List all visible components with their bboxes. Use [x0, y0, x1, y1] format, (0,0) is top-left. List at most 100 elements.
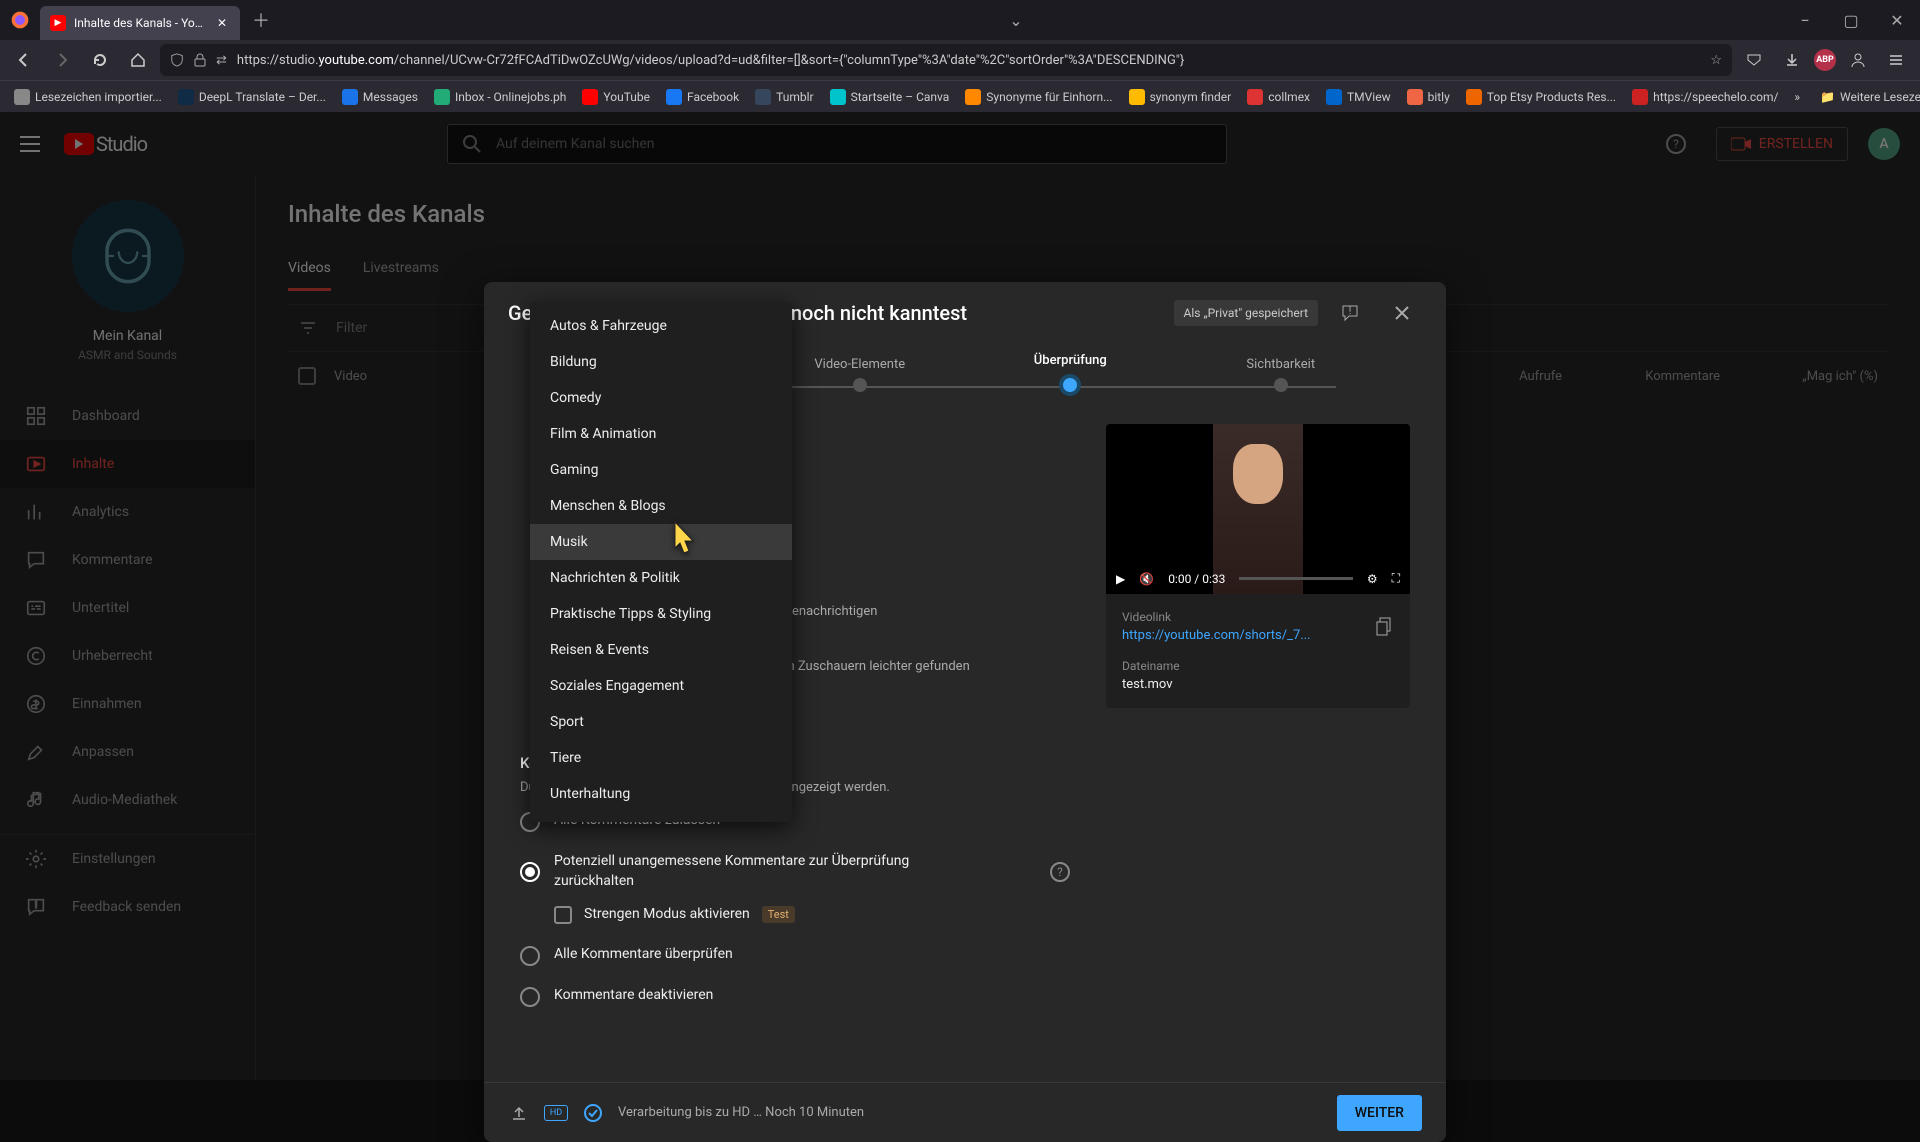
- play-icon[interactable]: ▶: [1116, 572, 1125, 586]
- category-option[interactable]: Bildung: [530, 344, 792, 380]
- comment-option-disable[interactable]: Kommentare deaktivieren: [520, 986, 1070, 1007]
- category-option[interactable]: Nachrichten & Politik: [530, 560, 792, 596]
- bookmark-item[interactable]: DeepL Translate – Der...: [172, 85, 332, 109]
- bookmark-item[interactable]: YouTube: [576, 85, 656, 109]
- bookmark-favicon: [1247, 89, 1263, 105]
- account-icon[interactable]: [1842, 44, 1874, 76]
- category-option[interactable]: Praktische Tipps & Styling: [530, 596, 792, 632]
- bookmark-item[interactable]: Synonyme für Einhorn...: [959, 85, 1118, 109]
- modal-preview-panel: ▶ 🔇 0:00 / 0:33 ⚙ ⛶ Videolink htt: [1106, 404, 1446, 1082]
- firefox-icon: [10, 10, 30, 30]
- bookmark-favicon: [582, 89, 598, 105]
- nav-reload[interactable]: [84, 44, 116, 76]
- category-option[interactable]: Wissenschaft & Technik: [530, 812, 792, 822]
- abp-extension-icon[interactable]: ABP: [1814, 49, 1836, 71]
- category-dropdown: Autos & FahrzeugeBildungComedyFilm & Ani…: [530, 302, 792, 822]
- upload-icon: [508, 1102, 530, 1124]
- bookmark-item[interactable]: Inbox - Onlinejobs.ph: [428, 85, 572, 109]
- copy-link-icon[interactable]: [1376, 617, 1394, 637]
- bookmark-item[interactable]: TMView: [1320, 85, 1397, 109]
- downloads-icon[interactable]: [1776, 44, 1808, 76]
- permissions-icon[interactable]: ⇄: [216, 53, 227, 68]
- mute-icon[interactable]: 🔇: [1139, 572, 1154, 586]
- tab-close-icon[interactable]: ✕: [214, 15, 230, 31]
- bookmark-item[interactable]: Lesezeichen importier...: [8, 85, 168, 109]
- processing-status: Verarbeitung bis zu HD … Noch 10 Minuten: [618, 1105, 864, 1120]
- bookmark-item[interactable]: Startseite – Canva: [824, 85, 956, 109]
- bookmark-label: Messages: [363, 90, 418, 104]
- pocket-icon[interactable]: [1738, 44, 1770, 76]
- lock-icon: [194, 53, 206, 67]
- bookmark-item[interactable]: synonym finder: [1123, 85, 1238, 109]
- category-option[interactable]: Menschen & Blogs: [530, 488, 792, 524]
- bookmark-item[interactable]: https://speechelo.com/: [1626, 85, 1784, 109]
- bookmark-item[interactable]: Facebook: [660, 85, 745, 109]
- category-option[interactable]: Unterhaltung: [530, 776, 792, 812]
- category-option[interactable]: Autos & Fahrzeuge: [530, 308, 792, 344]
- window-minimize[interactable]: −: [1782, 0, 1828, 40]
- shield-icon: [170, 53, 184, 67]
- bookmark-label: TMView: [1347, 90, 1391, 104]
- category-option[interactable]: Soziales Engagement: [530, 668, 792, 704]
- videolink[interactable]: https://youtube.com/shorts/_7...: [1122, 628, 1311, 643]
- bookmark-favicon: [14, 89, 30, 105]
- check-icon: [582, 1102, 604, 1124]
- comment-option-review[interactable]: Alle Kommentare überprüfen: [520, 945, 1070, 966]
- app-menu-icon[interactable]: [1880, 44, 1912, 76]
- fullscreen-icon[interactable]: ⛶: [1392, 571, 1400, 586]
- window-maximize[interactable]: ▢: [1828, 0, 1874, 40]
- step-visibility[interactable]: Sichtbarkeit: [1176, 357, 1387, 392]
- bookmark-favicon: [1466, 89, 1482, 105]
- bookmark-favicon: [178, 89, 194, 105]
- nav-back[interactable]: [8, 44, 40, 76]
- radio-icon: [520, 987, 540, 1007]
- nav-home[interactable]: [122, 44, 154, 76]
- radio-icon: [520, 946, 540, 966]
- step-checks[interactable]: Überprüfung: [965, 353, 1176, 396]
- bookmark-label: Lesezeichen importier...: [35, 90, 162, 104]
- videolink-label: Videolink: [1122, 610, 1311, 624]
- category-option[interactable]: Comedy: [530, 380, 792, 416]
- bookmark-item[interactable]: collmex: [1241, 85, 1316, 109]
- tab-list-button[interactable]: ⌄: [1009, 11, 1022, 30]
- bookmark-item[interactable]: Tumblr: [749, 85, 819, 109]
- bookmark-favicon: [342, 89, 358, 105]
- bookmarks-more[interactable]: 📁Weitere Lesezeichen: [1814, 86, 1920, 108]
- close-icon[interactable]: [1382, 293, 1422, 333]
- tab-title: Inhalte des Kanals - YouTube S: [74, 16, 206, 30]
- category-option[interactable]: Gaming: [530, 452, 792, 488]
- url-bar[interactable]: ⇄ https://studio.youtube.com/channel/UCv…: [160, 44, 1732, 76]
- category-option[interactable]: Tiere: [530, 740, 792, 776]
- comment-options: Alle Kommentare zulassen Potenziell unan…: [520, 811, 1070, 1007]
- bookmark-label: Top Etsy Products Res...: [1487, 90, 1616, 104]
- bookmark-star-icon[interactable]: ☆: [1710, 53, 1722, 68]
- settings-icon[interactable]: ⚙: [1367, 572, 1378, 586]
- category-option[interactable]: Musik: [530, 524, 792, 560]
- bookmarks-overflow[interactable]: »: [1788, 86, 1806, 108]
- next-button[interactable]: WEITER: [1337, 1095, 1422, 1131]
- youtube-studio-app: Studio ? ERSTELLEN A Mein Kanal ASMR and…: [0, 112, 1920, 1080]
- bookmark-label: bitly: [1428, 90, 1450, 104]
- category-option[interactable]: Film & Animation: [530, 416, 792, 452]
- bookmarks-bar: Lesezeichen importier... DeepL Translate …: [0, 80, 1920, 112]
- url-text: https://studio.youtube.com/channel/UCvw-…: [237, 53, 1700, 68]
- bookmark-label: Tumblr: [776, 90, 813, 104]
- progress-bar[interactable]: [1239, 577, 1352, 580]
- new-tab-button[interactable]: ＋: [252, 7, 270, 33]
- feedback-icon[interactable]: !: [1330, 293, 1370, 333]
- help-icon[interactable]: ?: [1050, 862, 1070, 882]
- bookmark-label: DeepL Translate – Der...: [199, 90, 326, 104]
- category-option[interactable]: Reisen & Events: [530, 632, 792, 668]
- bookmark-label: https://speechelo.com/: [1653, 90, 1778, 104]
- comment-option-hold[interactable]: Potenziell unangemessene Kommentare zur …: [520, 852, 1070, 891]
- bookmark-favicon: [1129, 89, 1145, 105]
- strict-mode-row[interactable]: Strengen Modus aktivieren Test: [554, 905, 1070, 925]
- video-thumbnail[interactable]: ▶ 🔇 0:00 / 0:33 ⚙ ⛶: [1106, 424, 1410, 594]
- category-option[interactable]: Sport: [530, 704, 792, 740]
- bookmark-item[interactable]: bitly: [1401, 85, 1456, 109]
- browser-tab[interactable]: ▶ Inhalte des Kanals - YouTube S ✕: [40, 6, 240, 40]
- bookmark-favicon: [434, 89, 450, 105]
- window-close[interactable]: ✕: [1874, 0, 1920, 40]
- bookmark-item[interactable]: Messages: [336, 85, 424, 109]
- bookmark-item[interactable]: Top Etsy Products Res...: [1460, 85, 1622, 109]
